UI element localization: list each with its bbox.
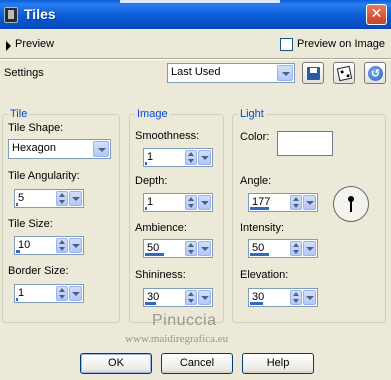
elevation-spinner[interactable]: 30	[248, 288, 318, 307]
border-size-slider[interactable]	[16, 298, 18, 301]
chevron-down-icon[interactable]	[277, 65, 293, 81]
chevron-down-icon[interactable]	[303, 241, 316, 256]
border-size-label: Border Size:	[8, 265, 69, 277]
shininess-slider[interactable]	[145, 302, 156, 305]
preset-value: Last Used	[171, 66, 221, 78]
chevron-down-icon[interactable]	[198, 290, 211, 305]
border-size-value: 1	[18, 287, 25, 299]
ok-button[interactable]: OK	[80, 353, 152, 374]
chevron-down-icon[interactable]	[303, 290, 316, 305]
close-button[interactable]: ✕	[366, 4, 387, 25]
border-size-spinner[interactable]: 1	[14, 284, 84, 303]
intensity-slider[interactable]	[250, 253, 269, 256]
watermark-name: Pinuccia	[152, 312, 217, 329]
chevron-down-icon[interactable]	[198, 195, 211, 210]
angle-slider[interactable]	[250, 207, 269, 210]
stepper-arrows-icon[interactable]	[185, 241, 197, 256]
randomize-button[interactable]	[333, 62, 355, 84]
title-bar[interactable]: Tiles ✕	[0, 0, 391, 29]
depth-slider[interactable]	[145, 207, 147, 210]
settings-label: Settings	[4, 67, 44, 79]
tile-shape-select[interactable]: Hexagon	[8, 139, 111, 159]
preview-expand-icon[interactable]	[6, 41, 11, 51]
depth-value: 1	[147, 196, 154, 208]
preview-on-image-label[interactable]: Preview on Image	[297, 38, 385, 50]
save-preset-button[interactable]	[302, 62, 324, 84]
stepper-arrows-icon[interactable]	[56, 286, 68, 301]
stepper-arrows-icon[interactable]	[290, 195, 302, 210]
shininess-spinner[interactable]: 30	[143, 288, 213, 307]
stepper-arrows-icon[interactable]	[290, 241, 302, 256]
tile-angularity-label: Tile Angularity:	[8, 170, 80, 182]
chevron-down-icon[interactable]	[69, 191, 82, 206]
tile-angularity-spinner[interactable]: 5	[14, 189, 84, 208]
light-color-swatch[interactable]	[277, 131, 333, 156]
smoothness-spinner[interactable]: 1	[143, 148, 213, 167]
title-bar-strip	[120, 0, 280, 3]
intensity-spinner[interactable]: 50	[248, 239, 318, 258]
depth-label: Depth:	[135, 175, 168, 187]
chevron-down-icon[interactable]	[69, 286, 82, 301]
stepper-arrows-icon[interactable]	[56, 238, 68, 253]
stepper-arrows-icon[interactable]	[185, 150, 197, 165]
tile-shape-value: Hexagon	[12, 142, 57, 154]
tile-size-spinner[interactable]: 10	[14, 236, 84, 255]
chevron-down-icon[interactable]	[69, 238, 82, 253]
light-group-title: Light	[238, 108, 266, 120]
angle-dial[interactable]	[333, 186, 369, 222]
tile-size-slider[interactable]	[16, 250, 20, 253]
ambience-label: Ambience:	[135, 222, 187, 234]
chevron-down-icon[interactable]	[93, 141, 109, 157]
window-title: Tiles	[24, 6, 56, 22]
ambience-slider[interactable]	[145, 253, 164, 256]
tile-size-label: Tile Size:	[8, 218, 53, 230]
angle-spinner[interactable]: 177	[248, 193, 318, 212]
smoothness-label: Smoothness:	[135, 130, 200, 142]
chevron-down-icon[interactable]	[198, 150, 211, 165]
depth-spinner[interactable]: 1	[143, 193, 213, 212]
dice-icon	[336, 65, 353, 82]
reset-icon: ↺	[368, 66, 383, 81]
shininess-label: Shininess:	[135, 269, 186, 281]
preset-select[interactable]: Last Used	[167, 63, 295, 83]
dial-needle-icon	[350, 197, 352, 212]
elevation-label: Elevation:	[240, 269, 289, 281]
watermark-url: www.maidiregrafica.eu	[125, 333, 229, 345]
chevron-down-icon[interactable]	[303, 195, 316, 210]
stepper-arrows-icon[interactable]	[185, 290, 197, 305]
save-icon	[307, 67, 320, 80]
chevron-down-icon[interactable]	[198, 241, 211, 256]
stepper-arrows-icon[interactable]	[56, 191, 68, 206]
stepper-arrows-icon[interactable]	[290, 290, 302, 305]
cancel-button[interactable]: Cancel	[161, 353, 233, 374]
intensity-label: Intensity:	[240, 222, 285, 234]
elevation-slider[interactable]	[250, 302, 263, 305]
preview-on-image-checkbox[interactable]	[280, 38, 293, 51]
help-button[interactable]: Help	[242, 353, 314, 374]
app-icon	[4, 7, 18, 23]
tile-shape-label: Tile Shape:	[8, 122, 64, 134]
angle-label: Angle:	[240, 175, 272, 187]
tile-angularity-value: 5	[18, 192, 25, 204]
color-label: Color:	[240, 131, 270, 143]
tile-angularity-slider[interactable]	[16, 203, 18, 206]
preview-toggle-label[interactable]: Preview	[15, 38, 54, 50]
close-icon: ✕	[370, 6, 383, 22]
ambience-spinner[interactable]: 50	[143, 239, 213, 258]
smoothness-slider[interactable]	[145, 162, 147, 165]
stepper-arrows-icon[interactable]	[185, 195, 197, 210]
separator	[0, 58, 391, 60]
smoothness-value: 1	[147, 151, 154, 163]
reset-button[interactable]: ↺	[364, 62, 386, 84]
tile-group-title: Tile	[8, 108, 30, 120]
image-group-title: Image	[135, 108, 170, 120]
tiles-dialog: Tiles ✕ Preview Preview on Image Setting…	[0, 0, 391, 380]
